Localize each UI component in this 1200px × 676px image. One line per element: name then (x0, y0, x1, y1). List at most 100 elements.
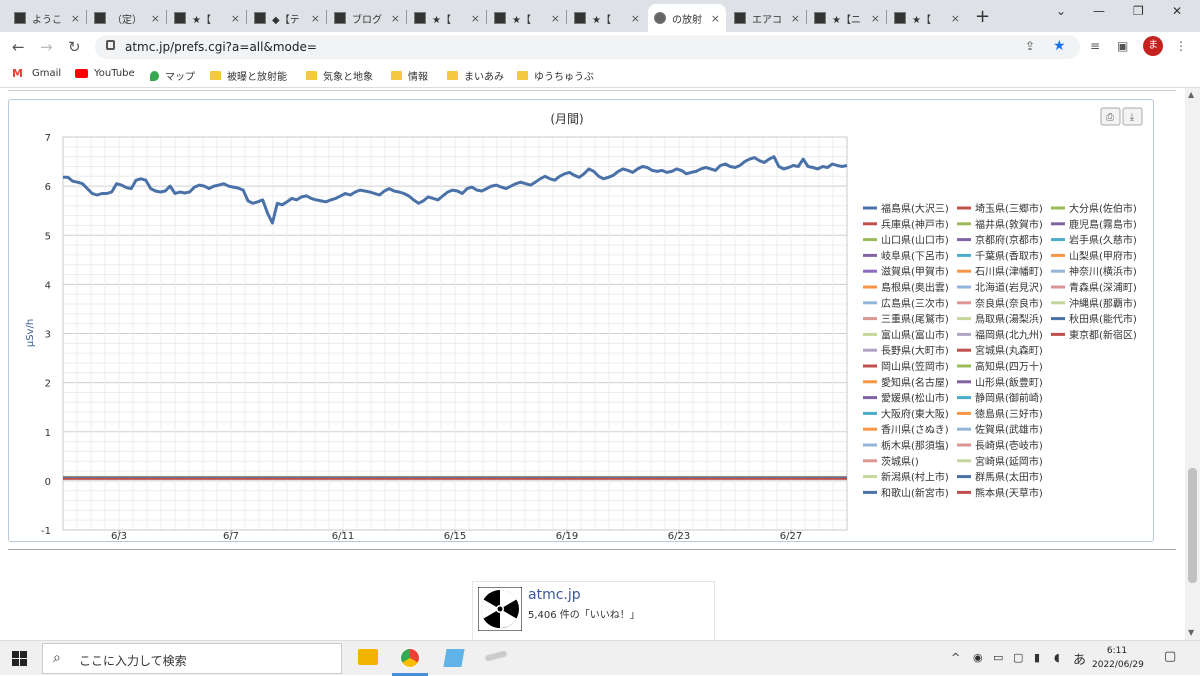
network-icon[interactable]: ▢ (1013, 651, 1023, 664)
bookmark-maps[interactable]: マップ (150, 68, 195, 83)
chrome-icon[interactable] (400, 648, 420, 668)
reload-button[interactable]: ↻ (68, 38, 81, 56)
close-tab-icon[interactable]: × (951, 12, 960, 25)
address-bar[interactable]: atmc.jp/prefs.cgi?a=all&mode= ⇪ ★ (95, 35, 1080, 59)
browser-tab[interactable]: ★【 × (168, 4, 246, 32)
site-favicon-icon (814, 12, 826, 24)
menu-icon[interactable]: ⋮ (1175, 39, 1187, 53)
new-tab-button[interactable]: + (975, 6, 990, 27)
legend-label: 福島県(大沢三) (881, 202, 949, 215)
back-button[interactable]: ← (12, 38, 25, 56)
tab-title: の放射 (672, 14, 702, 26)
scrollbar[interactable]: ▲ ▼ (1185, 88, 1200, 640)
taskbar-search[interactable]: ⌕ ここに入力して検索 (42, 643, 342, 674)
browser-tab[interactable]: ようこ × (8, 4, 86, 32)
legend-label: 福井県(敦賀市) (975, 218, 1043, 231)
bookmark-folder-youtube[interactable]: ゆうちゅうぶ (517, 68, 594, 83)
windows-start-icon[interactable] (12, 651, 27, 666)
display-icon[interactable]: ▭ (993, 651, 1003, 664)
close-tab-icon[interactable]: × (711, 12, 720, 25)
tab-search-icon[interactable]: ⌄ (1056, 4, 1066, 18)
legend-label: 山形県(飯豊町) (975, 376, 1043, 389)
avatar[interactable]: ま (1143, 36, 1163, 56)
browser-tab[interactable]: ★【 × (568, 4, 646, 32)
folder-icon (447, 71, 458, 80)
side-panel-icon[interactable]: ▣ (1117, 39, 1128, 53)
close-tab-icon[interactable]: × (151, 12, 160, 25)
close-tab-icon[interactable]: × (391, 12, 400, 25)
tab-strip: ようこ × （定） × ★【 × ◆【テ × ブログ × ★【 × ★【 × ★【 × の放射 × エアコ × ★【ニ ×… (0, 0, 1200, 32)
globe-icon (654, 12, 666, 24)
bookmark-folder-hibaku[interactable]: 被曝と放射能 (210, 68, 287, 83)
browser-tab[interactable]: ★【 × (488, 4, 566, 32)
legend-label: 千葉県(香取市) (975, 249, 1043, 262)
close-tab-icon[interactable]: × (471, 12, 480, 25)
legend-label: 石川県(津幡町) (975, 265, 1043, 278)
legend-label: 和歌山(新宮市) (881, 486, 949, 499)
radiation-chart: 7 6 5 4 3 2 1 0 -1 6/3 6/7 6/11 6/15 6/19 6/23 6/27 (月間)… (25, 107, 1143, 542)
x-tick-label: 6/19 (556, 531, 578, 542)
browser-tab[interactable]: （定） × (88, 4, 166, 32)
y-tick-label: 7 (45, 133, 51, 144)
bookmark-folder-kisho[interactable]: 気象と地象 (306, 68, 373, 83)
volume-icon[interactable]: ◖ (1054, 651, 1060, 664)
scrollbar-thumb[interactable] (1188, 468, 1197, 583)
browser-tab[interactable]: ★【 × (408, 4, 486, 32)
bookmark-label: YouTube (94, 68, 135, 79)
share-icon[interactable]: ⇪ (1025, 39, 1035, 53)
show-hidden-icons-icon[interactable]: ^ (951, 651, 960, 664)
y-axis-label: μSv/h (25, 319, 36, 347)
facebook-widget[interactable]: atmc.jp 5,406 件の「いいね！」 (472, 581, 715, 641)
browser-tab[interactable]: ★【 × (888, 4, 966, 32)
maximize-button[interactable]: ❐ (1133, 4, 1144, 18)
close-tab-icon[interactable]: × (231, 12, 240, 25)
folder-icon (391, 71, 402, 80)
x-tick-label: 6/11 (332, 531, 354, 542)
system-clock[interactable]: 6:11 2022/06/29 (1092, 644, 1144, 672)
notification-icon[interactable]: ▢ (1164, 649, 1176, 664)
browser-tab[interactable]: ブログ × (328, 4, 406, 32)
search-icon: ⌕ (53, 650, 61, 666)
y-tick-label: 6 (45, 182, 51, 193)
file-explorer-icon[interactable] (358, 649, 378, 665)
battery-icon[interactable]: ▮ (1034, 651, 1040, 664)
browser-tab[interactable]: の放射 × (648, 4, 726, 32)
bookmark-youtube[interactable]: YouTube (75, 68, 135, 79)
close-window-button[interactable]: ✕ (1172, 4, 1182, 18)
tab-title: ★【 (192, 14, 211, 26)
close-tab-icon[interactable]: × (311, 12, 320, 25)
close-tab-icon[interactable]: × (71, 12, 80, 25)
legend-label: 大阪府(東大阪) (881, 407, 949, 420)
app-icon[interactable] (443, 649, 465, 667)
scroll-down-icon[interactable]: ▼ (1188, 628, 1194, 637)
close-tab-icon[interactable]: × (871, 12, 880, 25)
legend-label: 新潟県(村上市) (881, 471, 949, 484)
reading-list-icon[interactable]: ≡ (1090, 39, 1100, 53)
tab-title: ブログ (352, 14, 382, 26)
bookmark-folder-maiami[interactable]: まいあみ (447, 68, 504, 83)
facebook-page-name[interactable]: atmc.jp (528, 587, 581, 603)
bookmark-folder-joho[interactable]: 情報 (391, 68, 428, 83)
legend-label: 神奈川(横浜市) (1069, 265, 1137, 278)
camera-icon[interactable]: ◉ (973, 651, 983, 664)
bookmark-gmail[interactable]: M Gmail (12, 68, 61, 79)
browser-tab[interactable]: エアコ × (728, 4, 806, 32)
ime-indicator[interactable]: あ (1073, 649, 1086, 668)
minimize-button[interactable]: — (1093, 4, 1105, 18)
tab-title: ★【ニ (832, 14, 861, 26)
app-icon[interactable] (484, 650, 508, 662)
close-tab-icon[interactable]: × (631, 12, 640, 25)
x-tick-label: 6/23 (668, 531, 690, 542)
close-tab-icon[interactable]: × (551, 12, 560, 25)
lock-icon[interactable] (106, 40, 115, 50)
scroll-up-icon[interactable]: ▲ (1188, 90, 1194, 99)
bookmark-star-icon[interactable]: ★ (1053, 38, 1066, 54)
legend-label: 沖縄県(那覇市) (1069, 297, 1137, 310)
browser-tab[interactable]: ◆【テ × (248, 4, 326, 32)
forward-button[interactable]: → (40, 38, 53, 56)
y-tick-label: -1 (41, 526, 51, 537)
site-favicon-icon (254, 12, 266, 24)
close-tab-icon[interactable]: × (791, 12, 800, 25)
legend-label: 鳥取県(湯梨浜) (975, 313, 1043, 326)
browser-tab[interactable]: ★【ニ × (808, 4, 886, 32)
